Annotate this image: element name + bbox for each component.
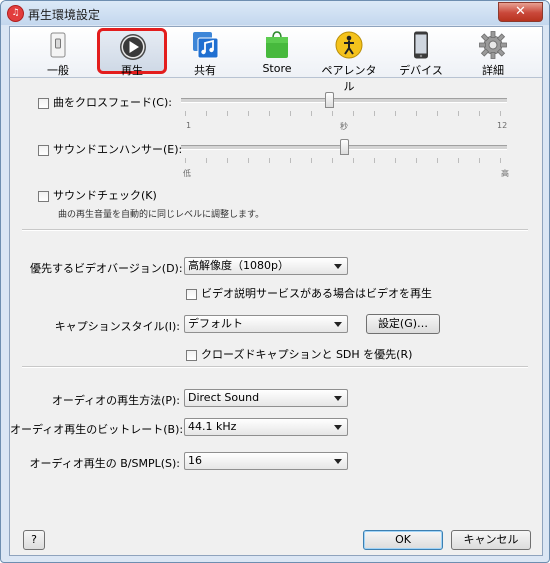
playback-icon <box>120 34 146 60</box>
audio-playback-select[interactable]: Direct Sound <box>184 389 348 407</box>
close-button[interactable]: ✕ <box>498 2 543 22</box>
cc-sdh-checkbox[interactable] <box>186 349 197 361</box>
caption-style-label: キャプションスタイル(I): <box>54 320 180 333</box>
video-version-value: 高解像度（1080p） <box>188 259 289 272</box>
help-button[interactable]: ? <box>23 530 45 550</box>
enhancer-slider-thumb[interactable] <box>340 139 349 155</box>
preferences-toolbar: 一般 再生 共有 Store ペアレンタル デバイス 詳細 <box>10 27 542 93</box>
tab-sharing[interactable]: 共有 <box>174 29 236 77</box>
tab-parental[interactable]: ペアレンタル <box>318 29 380 93</box>
tab-general-label: 一般 <box>47 64 69 77</box>
caption-style-value: デフォルト <box>188 317 243 330</box>
window-title: 再生環境設定 <box>28 8 101 22</box>
soundcheck-option[interactable]: サウンドチェック(K) <box>38 187 157 203</box>
audio-bits-select[interactable]: 16 <box>184 452 348 470</box>
enhancer-high-label: 高 <box>501 169 509 178</box>
audio-bits-label: オーディオ再生の B/SMPL(S): <box>29 457 181 470</box>
title-bar[interactable]: ♫ 再生環境設定 ✕ <box>1 1 549 25</box>
audio-description-checkbox[interactable] <box>186 288 197 300</box>
video-version-select[interactable]: 高解像度（1080p） <box>184 257 348 275</box>
tab-store[interactable]: Store <box>246 29 308 75</box>
chevron-down-icon <box>334 425 342 430</box>
soundcheck-label: サウンドチェック(K) <box>53 189 157 202</box>
tab-playback[interactable]: 再生 <box>97 28 167 77</box>
audio-description-option[interactable]: ビデオ説明サービスがある場合はビデオを再生 <box>186 285 432 301</box>
soundcheck-checkbox[interactable] <box>38 190 49 202</box>
sharing-icon <box>193 32 219 59</box>
cc-sdh-label: クローズドキャプションと SDH を優先(R) <box>201 348 413 361</box>
audio-playback-value: Direct Sound <box>188 391 260 404</box>
caption-style-select[interactable]: デフォルト <box>184 315 348 333</box>
tab-devices[interactable]: デバイス <box>390 29 452 77</box>
tab-parental-label: ペアレンタル <box>321 64 377 93</box>
crossfade-slider-track[interactable] <box>181 98 507 103</box>
chevron-down-icon <box>334 396 342 401</box>
audio-bitrate-label: オーディオ再生のビットレート(B): <box>10 423 184 436</box>
tab-store-label: Store <box>262 62 292 75</box>
crossfade-unit-label: 秒 <box>340 122 348 131</box>
cc-sdh-option[interactable]: クローズドキャプションと SDH を優先(R) <box>186 346 412 362</box>
separator <box>22 229 528 231</box>
ok-button[interactable]: OK <box>363 530 443 550</box>
parental-icon <box>335 31 363 59</box>
audio-bitrate-select[interactable]: 44.1 kHz <box>184 418 348 436</box>
tab-sharing-label: 共有 <box>194 64 216 77</box>
devices-icon <box>414 31 428 59</box>
crossfade-min-label: 1 <box>186 121 192 130</box>
audio-bitrate-value: 44.1 kHz <box>188 420 237 433</box>
crossfade-label: 曲をクロスフェード(C): <box>53 96 172 109</box>
crossfade-ticks <box>185 111 507 116</box>
dialog-content: 一般 再生 共有 Store ペアレンタル デバイス 詳細 曲をクロスフェード(… <box>9 26 543 556</box>
crossfade-checkbox[interactable] <box>38 97 49 109</box>
tab-devices-label: デバイス <box>399 64 443 77</box>
chevron-down-icon <box>334 459 342 464</box>
cancel-button[interactable]: キャンセル <box>451 530 531 550</box>
chevron-down-icon <box>334 322 342 327</box>
tab-advanced-label: 詳細 <box>482 64 504 77</box>
video-version-label: 優先するビデオバージョン(D): <box>30 262 183 275</box>
enhancer-ticks <box>185 158 507 163</box>
preferences-window: ♫ 再生環境設定 ✕ 一般 再生 共有 Store ペアレンタル デバイス 詳細… <box>0 0 550 563</box>
general-icon <box>50 32 66 58</box>
crossfade-option[interactable]: 曲をクロスフェード(C): <box>38 94 172 110</box>
crossfade-max-label: 12 <box>497 121 508 130</box>
caption-settings-button[interactable]: 設定(G)… <box>366 314 440 334</box>
itunes-app-icon: ♫ <box>7 5 24 22</box>
audio-description-label: ビデオ説明サービスがある場合はビデオを再生 <box>201 287 432 300</box>
store-icon <box>266 31 288 58</box>
separator <box>22 366 528 368</box>
chevron-down-icon <box>334 264 342 269</box>
advanced-icon <box>479 31 507 59</box>
enhancer-label: サウンドエンハンサー(E): <box>53 143 183 156</box>
audio-playback-label: オーディオの再生方法(P): <box>51 394 180 407</box>
enhancer-checkbox[interactable] <box>38 144 49 156</box>
enhancer-option[interactable]: サウンドエンハンサー(E): <box>38 141 182 157</box>
soundcheck-description: 曲の再生音量を自動的に同じレベルに調整します。 <box>58 210 265 220</box>
tab-general[interactable]: 一般 <box>27 29 89 77</box>
crossfade-slider-thumb[interactable] <box>325 92 334 108</box>
tab-playback-label: 再生 <box>121 64 143 77</box>
tab-advanced[interactable]: 詳細 <box>462 29 524 77</box>
audio-bits-value: 16 <box>188 454 202 467</box>
enhancer-low-label: 低 <box>183 169 191 178</box>
